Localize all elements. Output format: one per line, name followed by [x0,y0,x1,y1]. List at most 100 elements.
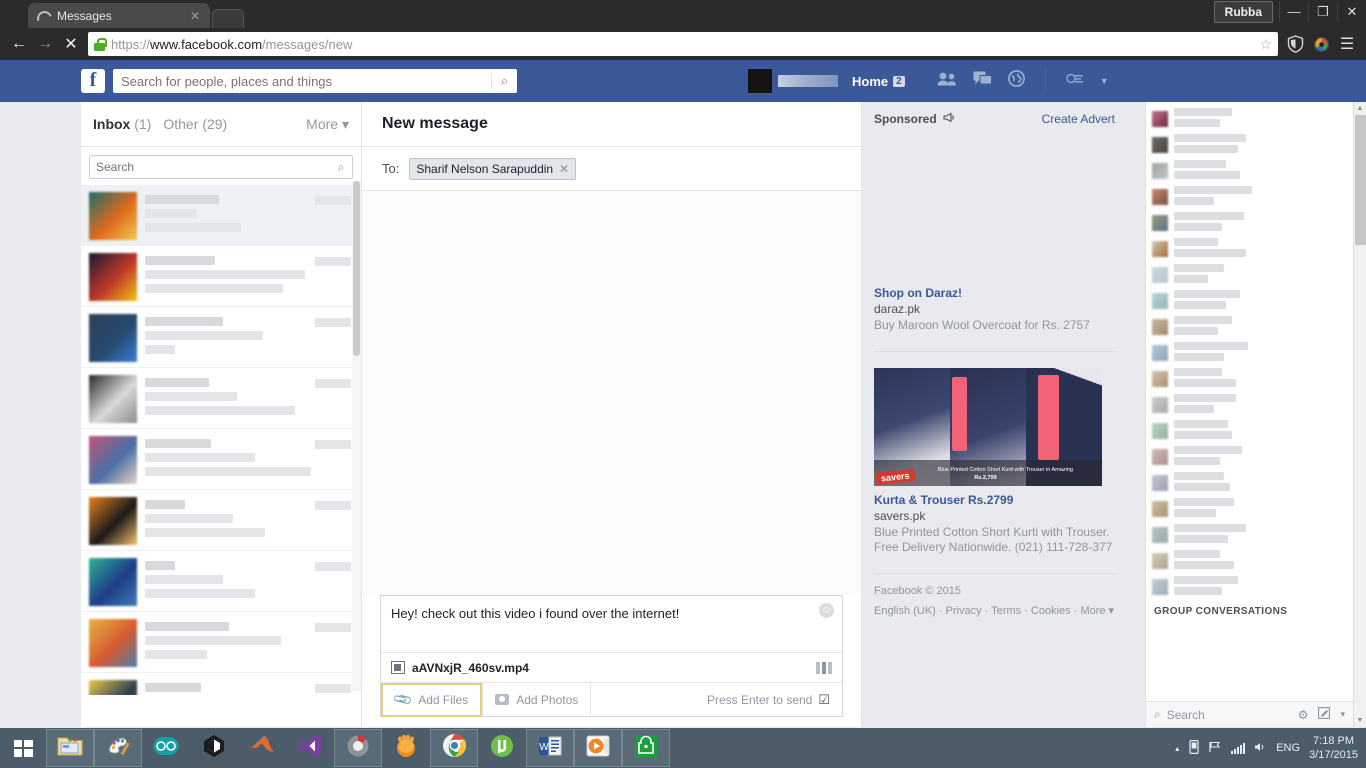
forward-icon[interactable]: → [32,31,58,57]
back-icon[interactable]: ← [6,31,32,57]
page-scrollbar[interactable]: ▲ ▼ [1353,102,1366,727]
group-conversation-row[interactable] [1146,621,1353,622]
gear-icon[interactable]: ⚙ [1298,708,1309,722]
footer-link[interactable]: More [1080,605,1105,617]
taskbar-windows-store[interactable] [622,729,670,767]
new-tab-button[interactable] [212,9,244,28]
taskbar-google-chrome[interactable] [430,729,478,767]
taskbar-arduino[interactable] [142,729,190,767]
taskbar-orange-app[interactable] [382,729,430,767]
close-icon[interactable]: ✕ [188,10,202,22]
chevron-down-icon[interactable]: ▼ [1100,76,1109,86]
scroll-up-arrow[interactable]: ▲ [1354,102,1366,115]
conversation-row[interactable] [81,429,361,490]
start-button[interactable] [0,728,46,768]
emoji-icon[interactable]: ☺ [819,603,834,618]
message-input[interactable]: Hey! check out this video i found over t… [381,596,842,652]
footer-link[interactable]: Privacy [946,605,982,617]
chat-contact-row[interactable] [1146,210,1353,236]
chat-contact-row[interactable] [1146,340,1353,366]
profile-name-label[interactable] [778,75,838,87]
conversation-row[interactable] [81,490,361,551]
minimize-button[interactable]: — [1279,1,1308,22]
more-dropdown[interactable]: More ▾ [306,116,349,133]
compose-icon[interactable] [1318,707,1331,722]
chat-contact-row[interactable] [1146,470,1353,496]
add-files-button[interactable]: 📎 Add Files [381,682,483,717]
chevron-down-icon[interactable]: ▾ [1106,605,1115,617]
conversation-row[interactable] [81,368,361,429]
ad-item[interactable]: savers Blue Printed Cotton Short Kurti wi… [874,360,1115,563]
chat-contact-row[interactable] [1146,314,1353,340]
chat-search-placeholder[interactable]: Search [1167,708,1288,722]
conversation-list-scrollbar[interactable] [352,181,361,691]
create-advert-link[interactable]: Create Advert [1042,112,1115,126]
chat-contact-row[interactable] [1146,418,1353,444]
chat-contact-row[interactable] [1146,366,1353,392]
conversation-row[interactable] [81,612,361,673]
address-bar[interactable]: https://www.facebook.com/messages/new ☆ [88,32,1278,56]
close-window-button[interactable]: ✕ [1337,1,1366,22]
notifications-globe-icon[interactable] [1007,70,1025,92]
home-link[interactable]: Home 2 [852,74,905,89]
chat-contact-row[interactable] [1146,184,1353,210]
chat-contact-row[interactable] [1146,132,1353,158]
scrollbar-thumb[interactable] [1355,115,1366,245]
messages-icon[interactable] [973,71,992,91]
recipient-chip[interactable]: Sharif Nelson Sarapuddin ✕ [409,157,577,180]
add-photos-button[interactable]: Add Photos [483,683,590,716]
chat-contact-row[interactable] [1146,444,1353,470]
chat-contact-row[interactable] [1146,522,1353,548]
ad-item[interactable]: Shop on Daraz! daraz.pk Buy Maroon Wool Ov… [874,128,1115,341]
privacy-lock-icon[interactable] [1065,72,1084,90]
conversation-row[interactable] [81,307,361,368]
press-enter-to-send[interactable]: Press Enter to send ☑ [707,692,842,708]
volume-icon[interactable] [1254,741,1267,756]
tray-expand-icon[interactable]: ▴ [1175,744,1179,753]
remove-recipient-icon[interactable]: ✕ [559,162,569,176]
browser-tab-messages[interactable]: Messages ✕ [28,3,210,28]
extension-icon[interactable] [1308,31,1334,57]
send-checkbox[interactable]: ☑ [818,692,830,708]
chat-contact-row[interactable] [1146,262,1353,288]
chat-contact-row[interactable] [1146,236,1353,262]
search-icon[interactable]: ⌕ [330,160,352,175]
messages-search-input[interactable] [90,160,330,174]
chat-contact-row[interactable] [1146,158,1353,184]
conversation-row[interactable] [81,551,361,612]
chat-contact-row[interactable] [1146,106,1353,132]
chat-contact-row[interactable] [1146,548,1353,574]
language-indicator[interactable]: ENG [1276,742,1300,754]
conversation-row[interactable] [81,246,361,307]
footer-link[interactable]: Terms [991,605,1021,617]
taskbar-matlab[interactable] [238,729,286,767]
conversation-row[interactable] [81,185,361,246]
footer-link[interactable]: English (UK) [874,605,936,617]
tab-inbox[interactable]: Inbox (1) [93,116,151,132]
conversation-row[interactable] [81,673,361,695]
flag-icon[interactable] [1209,741,1222,756]
stop-icon[interactable]: ✕ [58,31,84,57]
taskbar-unity[interactable] [190,729,238,767]
search-input[interactable] [113,73,491,89]
ad-title[interactable]: Shop on Daraz! [874,286,1115,300]
chat-contact-row[interactable] [1146,574,1353,600]
scroll-down-arrow[interactable]: ▼ [1354,714,1366,727]
footer-link[interactable]: Cookies [1031,605,1071,617]
taskbar-microsoft-word[interactable]: W [526,729,574,767]
avatar[interactable] [748,69,772,93]
taskbar-opera-or-app[interactable] [334,729,382,767]
restore-button[interactable]: ❐ [1308,1,1337,22]
chat-contact-row[interactable] [1146,496,1353,522]
taskbar-file-explorer[interactable] [46,729,94,767]
search-icon[interactable]: ⌕ [1154,707,1161,722]
chat-contact-row[interactable] [1146,288,1353,314]
messages-search[interactable]: ⌕ [89,155,353,179]
chat-contact-row[interactable] [1146,392,1353,418]
taskbar-utorrent[interactable] [478,729,526,767]
chevron-down-icon[interactable]: ▾ [1340,709,1345,720]
window-user-label[interactable]: Rubba [1213,0,1273,23]
taskbar-paint[interactable] [94,729,142,767]
facebook-logo[interactable]: f [81,69,105,93]
bookmark-star-icon[interactable]: ☆ [1259,36,1272,53]
